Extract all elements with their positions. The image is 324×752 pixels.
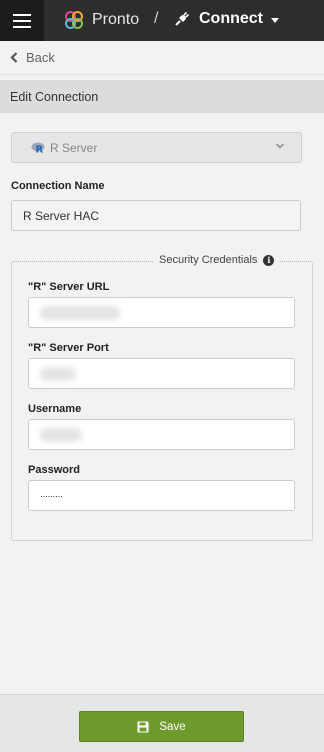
- hamburger-icon-bar: [13, 19, 31, 22]
- redacted-value: [40, 305, 120, 320]
- app-brand-link[interactable]: Pronto: [64, 10, 139, 30]
- section-name: Connect: [199, 10, 263, 27]
- back-label: Back: [26, 50, 55, 65]
- chevron-left-icon: [10, 52, 18, 63]
- connection-type-select[interactable]: R R Server: [11, 132, 302, 163]
- password-input[interactable]: ·········: [28, 480, 295, 511]
- save-button[interactable]: Save: [79, 711, 244, 742]
- hamburger-menu-button[interactable]: [0, 0, 44, 41]
- section-dropdown[interactable]: Connect: [174, 10, 279, 28]
- info-icon[interactable]: i: [263, 254, 275, 266]
- floppy-disk-icon: [137, 721, 149, 732]
- hamburger-icon-bar: [13, 25, 31, 28]
- hamburger-icon-bar: [13, 13, 31, 16]
- breadcrumb-separator: /: [154, 10, 159, 27]
- redacted-value: [40, 427, 82, 442]
- redacted-value: [40, 366, 76, 381]
- connection-type-value: R Server: [50, 140, 98, 155]
- connection-name-label: Connection Name: [11, 180, 105, 192]
- page-title: Edit Connection: [10, 89, 99, 104]
- server-port-label: "R" Server Port: [28, 342, 109, 354]
- page-title-bar: Edit Connection: [0, 80, 324, 113]
- security-credentials-legend: Security Credentials i: [154, 254, 281, 266]
- security-credentials-title: Security Credentials: [159, 254, 258, 266]
- r-logo-icon: R: [31, 142, 45, 154]
- app-name: Pronto: [92, 11, 140, 28]
- server-url-input[interactable]: [28, 297, 295, 328]
- caret-down-icon: [271, 17, 279, 23]
- server-url-label: "R" Server URL: [28, 281, 110, 293]
- password-mask: ·········: [40, 490, 63, 501]
- server-port-input[interactable]: [28, 358, 295, 389]
- back-link[interactable]: Back: [0, 41, 324, 75]
- save-label: Save: [159, 720, 186, 733]
- svg-text:R: R: [36, 144, 44, 154]
- username-label: Username: [28, 403, 82, 415]
- password-label: Password: [28, 464, 80, 476]
- chevron-down-icon: [275, 143, 285, 149]
- plug-icon: [175, 11, 190, 26]
- connection-name-value: R Server HAC: [23, 208, 100, 223]
- username-input[interactable]: [28, 419, 295, 450]
- pronto-logo-icon: [65, 11, 83, 29]
- top-navbar: Pronto / Connect: [0, 0, 324, 41]
- connection-name-input[interactable]: R Server HAC: [11, 200, 301, 231]
